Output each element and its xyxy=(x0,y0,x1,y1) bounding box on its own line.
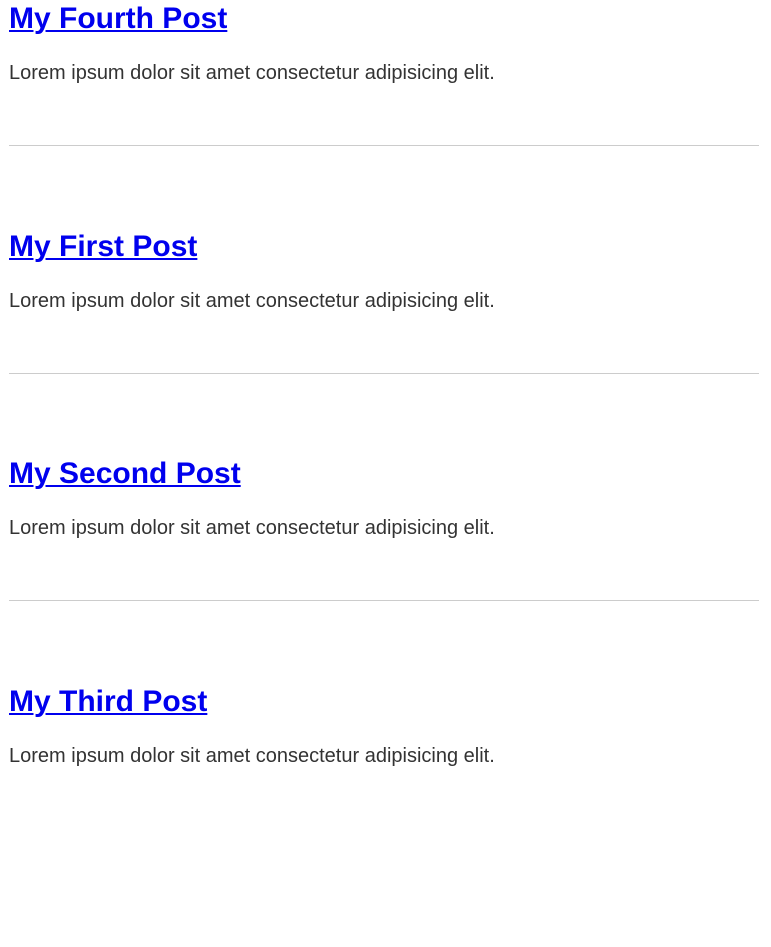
post-excerpt: Lorem ipsum dolor sit amet consectetur a… xyxy=(9,62,495,84)
post-excerpt: Lorem ipsum dolor sit amet consectetur a… xyxy=(9,745,495,767)
post-excerpt: Lorem ipsum dolor sit amet consectetur a… xyxy=(9,517,495,539)
post-excerpt: Lorem ipsum dolor sit amet consectetur a… xyxy=(9,290,495,312)
post-divider xyxy=(9,145,759,146)
post-divider xyxy=(9,600,759,601)
post-divider xyxy=(9,373,759,374)
post-item: My Third Post Lorem ipsum dolor sit amet… xyxy=(9,685,759,767)
post-item: My Second Post Lorem ipsum dolor sit ame… xyxy=(9,457,759,539)
post-title: My First Post xyxy=(9,230,759,264)
post-item: My First Post Lorem ipsum dolor sit amet… xyxy=(9,230,759,312)
post-title: My Third Post xyxy=(9,685,759,719)
post-title: My Fourth Post xyxy=(9,2,759,36)
post-title-link[interactable]: My Second Post xyxy=(9,457,241,490)
post-title-link[interactable]: My Fourth Post xyxy=(9,2,227,35)
post-title-link[interactable]: My First Post xyxy=(9,230,197,263)
post-item: My Fourth Post Lorem ipsum dolor sit ame… xyxy=(9,2,759,84)
post-list: My Fourth Post Lorem ipsum dolor sit ame… xyxy=(0,0,771,947)
post-title: My Second Post xyxy=(9,457,759,491)
post-title-link[interactable]: My Third Post xyxy=(9,685,207,718)
